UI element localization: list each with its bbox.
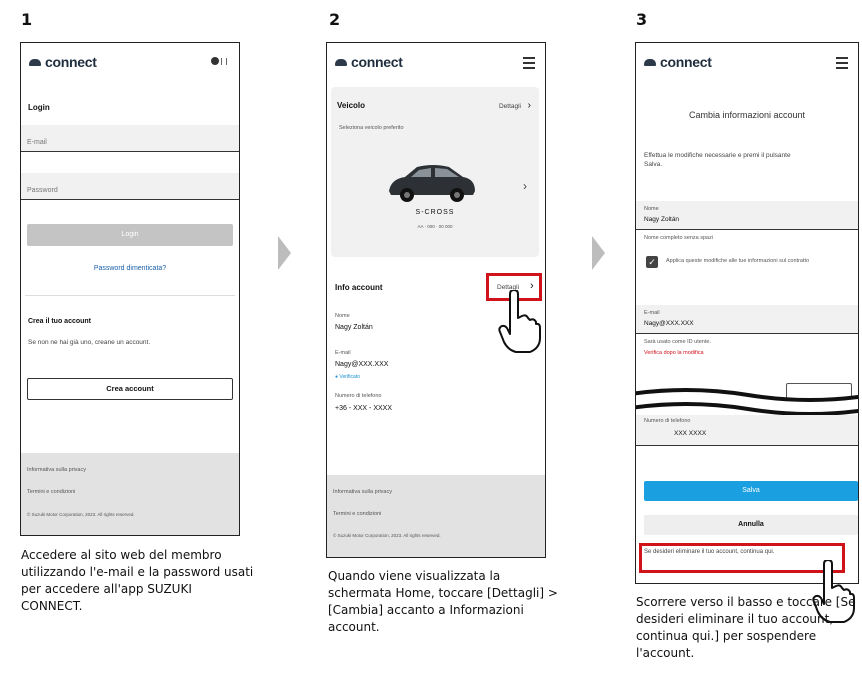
name-label: Nome — [335, 313, 350, 319]
phone-value: +36 - XXX - XXXX — [335, 405, 392, 412]
car-logo-icon — [29, 58, 41, 66]
phone-field[interactable]: Numero di telefono XXX XXXX — [636, 415, 858, 446]
email-warning: Verifica dopo la modifica — [644, 350, 704, 356]
consent-checkbox[interactable]: ✓ — [646, 256, 658, 268]
cancel-button[interactable]: Annulla — [644, 515, 858, 535]
suzuki-connect-logo: connect — [335, 54, 403, 70]
pointing-hand-icon — [498, 290, 541, 353]
password-field[interactable]: Password — [21, 173, 239, 200]
chevron-right-icon: › — [527, 100, 531, 111]
hamburger-menu-icon[interactable] — [836, 57, 848, 72]
step-number-2: 2 — [329, 10, 341, 29]
email-hint: Sarà usato come ID utente. — [644, 339, 711, 345]
app-header: connect — [21, 43, 239, 81]
forgot-password-link[interactable]: Password dimenticata? — [21, 265, 239, 272]
email-field[interactable]: E-mail — [21, 125, 239, 152]
name-value: Nagy Zoltán — [335, 324, 373, 331]
vehicle-card[interactable]: Veicolo Dettagli › Seleziona veicolo pre… — [331, 87, 539, 257]
vehicle-subtitle: Seleziona veicolo preferito — [339, 125, 404, 131]
terms-link[interactable]: Termini e condizioni — [333, 511, 381, 517]
verified-badge: ● Verificato — [335, 374, 360, 380]
email-label: E-mail — [335, 350, 351, 356]
app-header: connect — [327, 43, 545, 81]
car-logo-icon — [335, 58, 347, 66]
vehicle-heading: Veicolo — [337, 101, 366, 110]
name-field[interactable]: Nome Nagy Zoltán — [636, 201, 858, 230]
create-account-text: Se non ne hai già uno, creane un account… — [28, 339, 151, 346]
vehicle-next-icon[interactable]: › — [523, 179, 527, 193]
login-heading: Login — [28, 103, 50, 112]
page-title: Cambia informazioni account — [688, 110, 806, 120]
name-hint: Nome completo senza spazi — [644, 235, 714, 241]
vehicle-details-link[interactable]: Dettagli — [499, 103, 521, 110]
step-number-3: 3 — [636, 10, 648, 29]
suzuki-connect-logo: connect — [644, 54, 712, 70]
language-icon[interactable] — [211, 57, 227, 65]
save-button[interactable]: Salva — [644, 481, 858, 501]
car-logo-icon — [644, 58, 656, 66]
divider — [25, 295, 235, 296]
email-field[interactable]: E-mail Nagy@XXX.XXX — [636, 305, 858, 334]
create-account-button[interactable]: Crea account — [27, 378, 233, 400]
create-account-heading: Crea il tuo account — [28, 318, 92, 325]
intro-text: Effettua le modifiche necessarie e premi… — [644, 152, 791, 168]
step-caption-3: Scorrere verso il basso e toccare [Se de… — [636, 595, 856, 660]
car-image — [389, 165, 475, 202]
vehicle-model: S-CROSS — [415, 209, 455, 216]
page-footer: Informativa sulla privacy Termini e cond… — [21, 453, 239, 535]
login-button[interactable]: Login — [27, 224, 233, 246]
privacy-link[interactable]: Informativa sulla privacy — [333, 489, 392, 495]
vehicle-plate: AA · 000 · 00 000 — [417, 224, 453, 229]
step-number-1: 1 — [21, 10, 33, 29]
suzuki-connect-logo: connect — [29, 54, 97, 70]
next-arrow-icon — [592, 236, 605, 270]
step-caption-1: Accedere al sito web del membro utilizza… — [21, 548, 254, 613]
phone-screen-login: connect Login E-mail Password Login Pass… — [20, 42, 240, 536]
phone-screen-edit-account: connect Cambia informazioni account Effe… — [635, 42, 859, 584]
email-value: Nagy@XXX.XXX — [335, 361, 389, 368]
phone-label: Numero di telefono — [335, 393, 382, 399]
hamburger-menu-icon[interactable] — [523, 57, 535, 72]
page-footer: Informativa sulla privacy Termini e cond… — [327, 475, 545, 557]
copyright-text: © Suzuki Motor Corporation, 2023. All ri… — [27, 512, 135, 517]
copyright-text: © Suzuki Motor Corporation, 2023. All ri… — [333, 533, 441, 538]
step-caption-2: Quando viene visualizzata la schermata H… — [328, 569, 558, 634]
account-info-heading: Info account — [335, 283, 383, 292]
next-arrow-icon — [278, 236, 291, 270]
privacy-link[interactable]: Informativa sulla privacy — [27, 467, 86, 473]
terms-link[interactable]: Termini e condizioni — [27, 489, 75, 495]
app-header: connect — [636, 43, 858, 81]
consent-label: Applica queste modifiche alle tue inform… — [666, 258, 810, 264]
